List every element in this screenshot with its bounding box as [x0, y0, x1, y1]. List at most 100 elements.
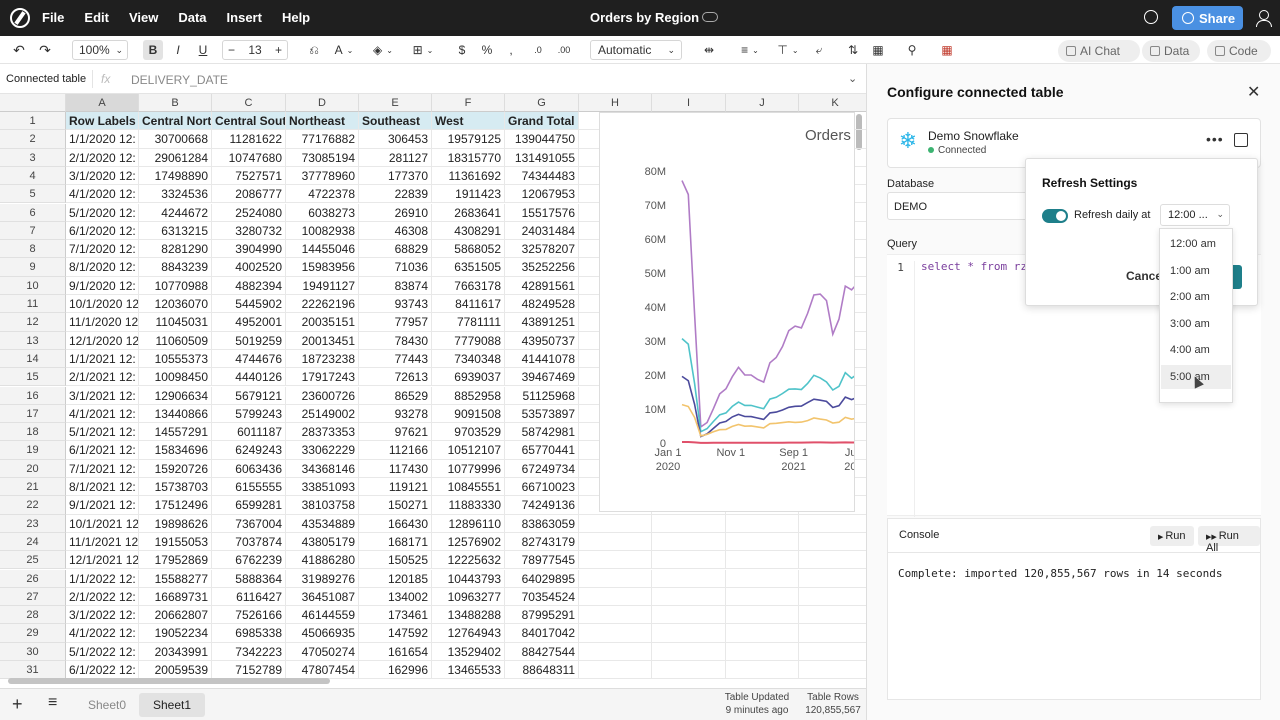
- code-tab[interactable]: Code: [1207, 40, 1271, 62]
- table-cell[interactable]: 5445902: [212, 295, 286, 314]
- table-cell[interactable]: 168171: [359, 532, 432, 552]
- table-cell[interactable]: 37778960: [286, 166, 359, 186]
- table-cell[interactable]: 20662807: [139, 606, 212, 625]
- table-cell[interactable]: 24031484: [505, 221, 579, 241]
- line-chart[interactable]: Orders 0 10M 20M 30M 40M 50M 60M 70M 80M Jan 1 2020…: [599, 112, 855, 512]
- table-cell[interactable]: 36451087: [286, 587, 359, 607]
- cancel-button[interactable]: Cance: [1126, 269, 1162, 283]
- table-cell[interactable]: [579, 642, 652, 661]
- table-cell[interactable]: 71036: [359, 258, 432, 277]
- refresh-time-select[interactable]: 12:00 ... ⌄: [1160, 204, 1230, 226]
- table-cell[interactable]: 12067953: [505, 185, 579, 204]
- table-cell[interactable]: 119121: [359, 478, 432, 497]
- table-cell[interactable]: [579, 587, 652, 607]
- table-cell[interactable]: 5799243: [212, 404, 286, 424]
- table-cell[interactable]: 4882394: [212, 276, 286, 295]
- table-cell[interactable]: 9091508: [432, 404, 505, 424]
- table-cell[interactable]: 33062229: [286, 441, 359, 460]
- table-cell[interactable]: 53573897: [505, 404, 579, 424]
- table-cell[interactable]: 42891561: [505, 276, 579, 295]
- table-cell[interactable]: 10779996: [432, 459, 505, 478]
- table-cell[interactable]: [726, 569, 799, 588]
- menu-help[interactable]: Help: [282, 10, 310, 25]
- table-cell[interactable]: 30700668: [139, 130, 212, 149]
- table-cell[interactable]: 9/1/2020 12:: [66, 276, 139, 295]
- sheet-tab-sheet1[interactable]: Sheet1: [139, 693, 206, 717]
- table-cell[interactable]: 177370: [359, 166, 432, 186]
- table-cell[interactable]: [726, 642, 799, 661]
- table-cell[interactable]: [579, 514, 652, 533]
- column-header-a[interactable]: A: [66, 94, 139, 112]
- table-cell[interactable]: 6939037: [432, 368, 505, 387]
- table-cell[interactable]: 93278: [359, 404, 432, 424]
- table-cell[interactable]: 117430: [359, 459, 432, 478]
- table-cell[interactable]: [652, 587, 726, 607]
- table-cell[interactable]: 10555373: [139, 349, 212, 369]
- table-cell[interactable]: 83863059: [505, 514, 579, 533]
- table-cell[interactable]: 7527571: [212, 166, 286, 186]
- table-cell[interactable]: 46144559: [286, 606, 359, 625]
- table-cell[interactable]: 12906634: [139, 386, 212, 405]
- underline-icon[interactable]: U: [194, 40, 212, 60]
- table-cell[interactable]: 26910: [359, 203, 432, 222]
- table-cell[interactable]: 51125968: [505, 386, 579, 405]
- zoom-select[interactable]: 100% ⌄: [72, 40, 128, 60]
- table-cell[interactable]: 4/1/2021 12:: [66, 404, 139, 424]
- table-cell[interactable]: 28373353: [286, 423, 359, 442]
- refresh-toggle[interactable]: [1042, 209, 1068, 223]
- query-code[interactable]: select * from rz: [921, 260, 1027, 273]
- decrease-font-icon[interactable]: −: [228, 43, 235, 57]
- table-cell[interactable]: 72613: [359, 368, 432, 387]
- table-cell[interactable]: 7779088: [432, 331, 505, 350]
- table-cell[interactable]: [652, 624, 726, 643]
- table-cell[interactable]: 5/1/2022 12:: [66, 642, 139, 661]
- table-cell[interactable]: 78977545: [505, 551, 579, 570]
- table-cell[interactable]: 7367004: [212, 514, 286, 533]
- table-cell[interactable]: 7663178: [432, 276, 505, 295]
- lightbulb-icon[interactable]: [1144, 10, 1158, 24]
- row-header[interactable]: 3: [0, 148, 66, 167]
- table-cell[interactable]: 7/1/2020 12:: [66, 240, 139, 259]
- table-cell[interactable]: 14557291: [139, 423, 212, 442]
- table-cell[interactable]: 2/1/2022 12:: [66, 587, 139, 607]
- row-header[interactable]: 1: [0, 112, 66, 131]
- row-header[interactable]: 12: [0, 313, 66, 332]
- percent-icon[interactable]: %: [480, 40, 494, 60]
- italic-icon[interactable]: I: [169, 40, 187, 60]
- table-cell[interactable]: 17512496: [139, 496, 212, 515]
- insert-chart-icon[interactable]: ▦: [870, 40, 886, 60]
- add-sheet-icon[interactable]: +: [12, 694, 23, 715]
- row-header[interactable]: 27: [0, 587, 66, 607]
- table-cell[interactable]: 47050274: [286, 642, 359, 661]
- table-cell[interactable]: 8843239: [139, 258, 212, 277]
- table-cell[interactable]: 7781111: [432, 313, 505, 332]
- table-cell[interactable]: 41886280: [286, 551, 359, 570]
- table-cell[interactable]: 97621: [359, 423, 432, 442]
- table-cell[interactable]: [579, 624, 652, 643]
- table-cell[interactable]: 2086777: [212, 185, 286, 204]
- row-header[interactable]: 13: [0, 331, 66, 350]
- row-header[interactable]: 30: [0, 642, 66, 661]
- table-cell[interactable]: 48249528: [505, 295, 579, 314]
- table-cell[interactable]: 12036070: [139, 295, 212, 314]
- table-cell[interactable]: 41441078: [505, 349, 579, 369]
- table-cell[interactable]: 46308: [359, 221, 432, 241]
- row-header[interactable]: 2: [0, 130, 66, 149]
- table-cell[interactable]: 58742981: [505, 423, 579, 442]
- number-format-select[interactable]: Automatic ⌄: [590, 40, 682, 60]
- row-header[interactable]: 24: [0, 532, 66, 552]
- table-cell[interactable]: [579, 606, 652, 625]
- table-cell[interactable]: 15920726: [139, 459, 212, 478]
- borders-icon[interactable]: ⊞ ⌄: [408, 40, 438, 60]
- table-cell[interactable]: 13529402: [432, 642, 505, 661]
- redo-icon[interactable]: ↷: [36, 40, 54, 60]
- table-cell[interactable]: 7526166: [212, 606, 286, 625]
- align-vertical-icon[interactable]: ⊤ ⌄: [772, 40, 804, 60]
- header-cell[interactable]: Southeast: [359, 112, 432, 131]
- formula-input[interactable]: DELIVERY_DATE: [131, 73, 228, 87]
- table-cell[interactable]: 150525: [359, 551, 432, 570]
- table-cell[interactable]: 43950737: [505, 331, 579, 350]
- table-cell[interactable]: 10770988: [139, 276, 212, 295]
- table-cell[interactable]: [799, 551, 866, 570]
- table-cell[interactable]: 39467469: [505, 368, 579, 387]
